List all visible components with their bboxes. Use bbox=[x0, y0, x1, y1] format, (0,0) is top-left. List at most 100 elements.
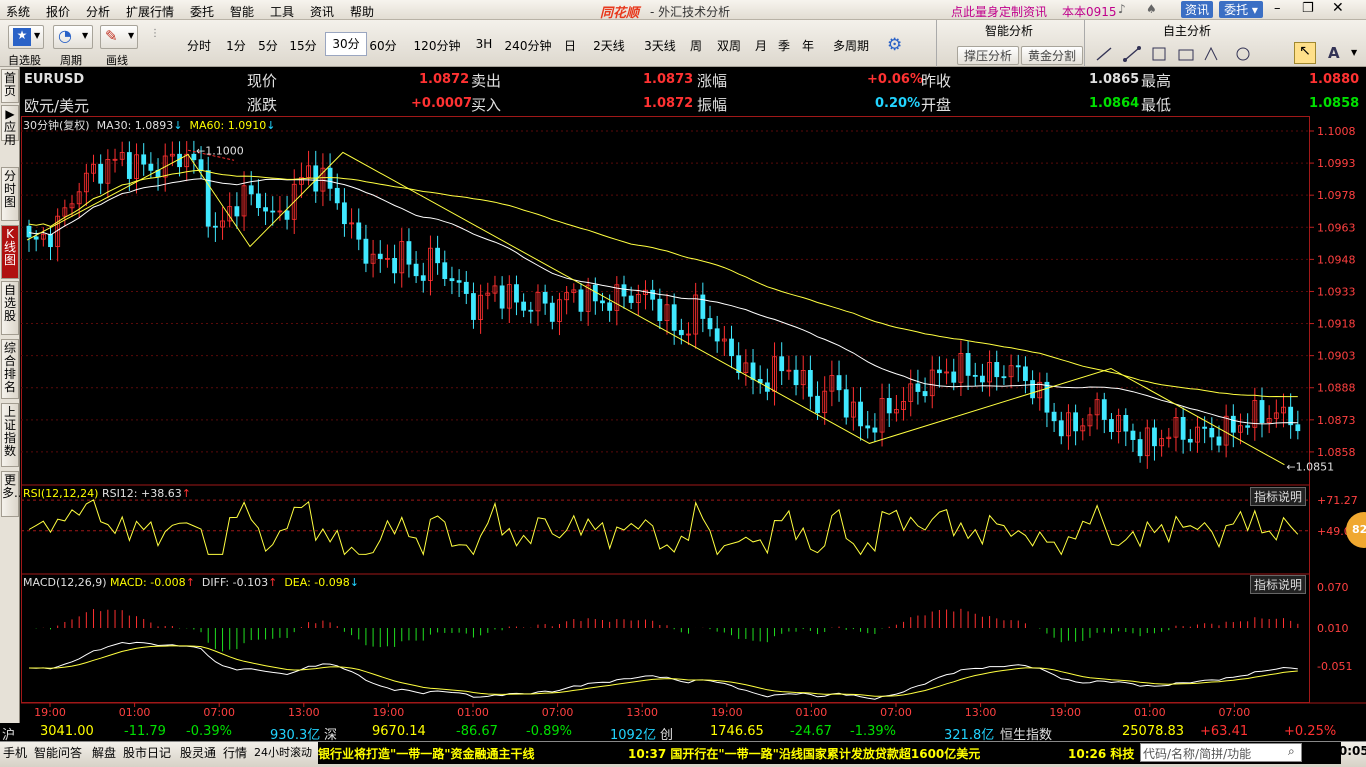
sidebar-tab-watchlist[interactable]: 自选股 bbox=[1, 281, 19, 335]
sidebar-tab-home[interactable]: 首页 bbox=[1, 69, 19, 103]
candle bbox=[621, 284, 627, 297]
candle bbox=[671, 304, 677, 331]
period-14[interactable]: 月 bbox=[750, 37, 772, 54]
period-2[interactable]: 5分 bbox=[252, 37, 284, 54]
candle bbox=[177, 153, 182, 168]
candle bbox=[707, 318, 713, 330]
smart-analysis-panel: 智能分析 撑压分析 黄金分割 bbox=[936, 20, 1084, 67]
quote-label: 涨跌 bbox=[247, 96, 278, 114]
y-tick-label: 1.0978 bbox=[1317, 189, 1356, 202]
search-input[interactable]: 代码/名称/简拼/功能 bbox=[1140, 743, 1302, 762]
trade-button[interactable]: 委托 ▾ bbox=[1219, 1, 1263, 18]
menu-system[interactable]: 系统 bbox=[6, 3, 30, 20]
period-10[interactable]: 2天线 bbox=[586, 37, 632, 54]
pointer-tool-icon[interactable]: ↖ bbox=[1294, 42, 1316, 64]
search-icon[interactable]: ⌕ bbox=[1288, 744, 1295, 759]
news-item[interactable]: 银行业将打造"一带一路"资金融通主干线 bbox=[318, 745, 535, 762]
status-tab-qa[interactable]: 智能问答 bbox=[34, 744, 82, 761]
candle bbox=[843, 389, 849, 418]
candle bbox=[1030, 380, 1035, 399]
period-0[interactable]: 分时 bbox=[180, 37, 218, 54]
menu-analysis[interactable]: 分析 bbox=[86, 3, 110, 20]
candle bbox=[994, 362, 1000, 378]
status-tab-quote[interactable]: 行情 bbox=[223, 744, 247, 761]
candle bbox=[363, 238, 369, 264]
shirt-icon[interactable]: ♠ bbox=[1146, 2, 1157, 16]
candle bbox=[141, 154, 147, 165]
status-tab-24h[interactable]: 24小时滚动 bbox=[254, 744, 312, 760]
sidebar-tab-kline[interactable]: K线图 bbox=[1, 225, 19, 279]
rectangle-tool-icon[interactable] bbox=[1178, 49, 1194, 61]
period-7[interactable]: 3H bbox=[470, 37, 498, 51]
period-5[interactable]: 60分 bbox=[364, 37, 402, 54]
sidebar-tab-apps[interactable]: ▶ 应用 bbox=[1, 105, 19, 147]
candle bbox=[1101, 399, 1107, 420]
gear-icon[interactable]: ⚙ bbox=[887, 35, 902, 55]
period-17[interactable]: 多周期 bbox=[823, 37, 879, 54]
support-resistance-button[interactable]: 撑压分析 bbox=[957, 46, 1019, 65]
candle bbox=[886, 397, 892, 414]
custom-analysis-panel: 自主分析 bbox=[1084, 20, 1284, 67]
candle bbox=[1209, 427, 1215, 438]
period-9[interactable]: 日 bbox=[559, 37, 581, 54]
period-3[interactable]: 15分 bbox=[284, 37, 322, 54]
menu-help[interactable]: 帮助 bbox=[350, 3, 374, 20]
chevron-down-icon[interactable]: ▼ bbox=[1351, 48, 1357, 57]
candle bbox=[1288, 406, 1294, 426]
candle bbox=[1187, 438, 1193, 443]
menu-quote[interactable]: 报价 bbox=[46, 3, 70, 20]
status-tab-lingtong[interactable]: 股灵通 bbox=[180, 744, 216, 761]
sidebar-tab-more[interactable]: 更多.. bbox=[1, 471, 22, 517]
menu-trade[interactable]: 委托 bbox=[190, 3, 214, 20]
news-button[interactable]: 资讯 bbox=[1181, 1, 1213, 18]
bell-icon[interactable]: ♪ bbox=[1118, 2, 1126, 16]
y-tick-label: 1.0963 bbox=[1317, 221, 1356, 234]
close-icon[interactable]: ✕ bbox=[1332, 0, 1344, 16]
menu-tools[interactable]: 工具 bbox=[270, 3, 294, 20]
candle bbox=[1295, 424, 1301, 432]
candle bbox=[499, 285, 505, 309]
period-13[interactable]: 双周 bbox=[709, 37, 749, 54]
status-tab-analysis[interactable]: 解盘 bbox=[92, 744, 116, 761]
period-1[interactable]: 1分 bbox=[220, 37, 252, 54]
period-16[interactable]: 年 bbox=[797, 37, 819, 54]
golden-section-button[interactable]: 黄金分割 bbox=[1021, 46, 1083, 65]
chart-area[interactable]: 1.1008 1.0993 1.0978 1.0963 1.0948 1.0933 1.09… bbox=[21, 116, 1366, 721]
segment-tool-icon[interactable] bbox=[1137, 46, 1141, 50]
angle-tool-icon[interactable] bbox=[1204, 46, 1218, 61]
quote-label: 最低 bbox=[1141, 96, 1172, 114]
period-4[interactable]: 30分 bbox=[325, 32, 367, 56]
promo-link[interactable]: 点此量身定制资讯 bbox=[951, 3, 1047, 20]
period-15[interactable]: 季 bbox=[773, 37, 795, 54]
status-tab-mobile[interactable]: 手机 bbox=[3, 744, 27, 761]
menu-extended-quote[interactable]: 扩展行情 bbox=[126, 3, 174, 20]
rsi-help-button[interactable]: 指标说明 bbox=[1250, 487, 1307, 506]
candle bbox=[471, 293, 476, 320]
low-annotation: ←1.0851 bbox=[1286, 461, 1334, 474]
period-8[interactable]: 240分钟 bbox=[498, 37, 558, 54]
sidebar-tab-ranking[interactable]: 综合排名 bbox=[1, 339, 19, 399]
period-6[interactable]: 120分钟 bbox=[408, 37, 466, 54]
cy-change: -24.67 bbox=[790, 724, 832, 739]
square-tool-icon[interactable] bbox=[1152, 47, 1166, 61]
status-tab-diary[interactable]: 股市日记 bbox=[123, 744, 171, 761]
menu-news[interactable]: 资讯 bbox=[310, 3, 334, 20]
sidebar-tab-timeshare[interactable]: 分时图 bbox=[1, 167, 19, 221]
sz-value: 9670.14 bbox=[372, 724, 426, 739]
sidebar-tab-sh-index[interactable]: 上证指数 bbox=[1, 403, 19, 467]
menu-smart[interactable]: 智能 bbox=[230, 3, 254, 20]
restore-icon[interactable]: ❐ bbox=[1302, 1, 1314, 16]
candle bbox=[212, 225, 218, 228]
macd-tick-label: 0.070 bbox=[1317, 581, 1349, 594]
period-12[interactable]: 周 bbox=[685, 37, 707, 54]
line-tool-icon[interactable] bbox=[1096, 47, 1112, 61]
news-item[interactable]: 10:37 国开行在"一带一路"沿线国家累计发放贷款超1600亿美元 bbox=[628, 745, 980, 762]
ma60-line bbox=[28, 169, 1298, 398]
minimize-icon[interactable]: – bbox=[1274, 1, 1281, 16]
period-11[interactable]: 3天线 bbox=[637, 37, 683, 54]
candle bbox=[836, 375, 842, 391]
macd-help-button[interactable]: 指标说明 bbox=[1250, 575, 1307, 594]
text-tool-icon[interactable]: A bbox=[1328, 44, 1340, 62]
circle-tool-icon[interactable] bbox=[1236, 47, 1250, 61]
news-item[interactable]: 10:26 科技 bbox=[1068, 745, 1134, 762]
